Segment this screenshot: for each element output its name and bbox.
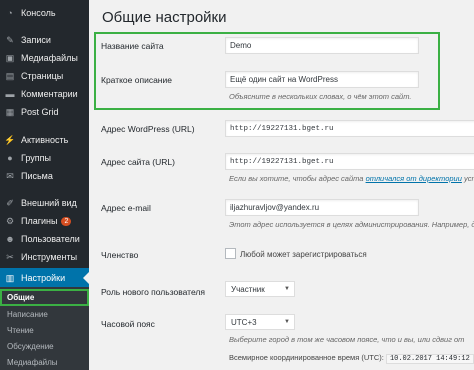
admin-sidebar: ◔ Консоль ✎ Записи ▣ Медиафайлы ▤ Страницы ▬ Комм… [0, 0, 89, 370]
wp-address-label: Адрес WordPress (URL) [101, 124, 195, 134]
site-address-desc-end: устан [463, 174, 474, 183]
pin-icon: ✎ [6, 34, 14, 45]
sidebar-item-8[interactable]: ✉ Письма [0, 166, 89, 186]
email-description: Этот адрес используется в целях админист… [229, 220, 474, 229]
sidebar-item-label: Активность [21, 135, 69, 145]
settings-submenu: Общие Написание Чтение Обсуждение Медиафайлы [0, 287, 89, 370]
tagline-label: Краткое описание [101, 75, 172, 85]
sidebar-item-0[interactable]: ◔ Консоль [0, 3, 89, 23]
users-icon: ☻ [5, 234, 15, 244]
sidebar-item-4[interactable]: ▬ Комментарии [0, 84, 89, 104]
submenu-item-4[interactable]: Медиафайлы [0, 354, 89, 370]
timezone-label: Часовой пояс [101, 319, 155, 329]
grid-icon: ▦ [5, 106, 15, 117]
sidebar-item-label: Пользователи [21, 234, 80, 244]
chevron-down-icon: ▼ [284, 286, 290, 292]
timezone-value: UTC+3 [231, 317, 257, 327]
comments-icon: ▬ [5, 89, 15, 99]
submenu-item-1[interactable]: Написание [0, 306, 89, 323]
sidebar-item-5[interactable]: ▦ Post Grid [0, 102, 89, 122]
timezone-description: Выберите город в том же часовом поясе, ч… [229, 335, 465, 344]
sidebar-item-12[interactable]: ✂ Инструменты [0, 247, 89, 267]
sidebar-item-label: Настройки [21, 273, 66, 283]
sidebar-item-label: Post Grid [21, 107, 59, 117]
email-label: Адрес e-mail [101, 203, 151, 213]
update-count-badge: 2 [61, 216, 72, 226]
default-role-value: Участник [231, 284, 265, 294]
sidebar-item-label: Письма [21, 171, 53, 181]
plugins-icon: ⚙ [5, 215, 15, 226]
sidebar-item-3[interactable]: ▤ Страницы [0, 66, 89, 86]
sidebar-item-label: Комментарии [21, 89, 78, 99]
membership-checkbox-label[interactable]: Любой может зарегистрироваться [240, 250, 367, 259]
sidebar-item-label: Страницы [21, 71, 64, 81]
default-role-label: Роль нового пользователя [101, 287, 205, 297]
tagline-input[interactable]: Ещё один сайт на WordPress [225, 71, 419, 88]
site-address-description: Если вы хотите, чтобы адрес сайта отлича… [229, 174, 474, 183]
utc-time-value: 10.02.2017 14:49:12 [385, 354, 474, 364]
site-title-label: Название сайта [101, 41, 164, 51]
directory-link[interactable]: отличался от директории [366, 174, 462, 183]
email-input[interactable]: iljazhuravljov@yandex.ru [225, 199, 419, 216]
sidebar-item-label: Внешний вид [21, 198, 77, 208]
pages-icon: ▤ [5, 70, 15, 81]
tagline-description: Объясните в нескольких словах, о чём это… [229, 92, 412, 101]
submenu-item-0[interactable]: Общие [0, 289, 89, 306]
sidebar-item-label: Записи [21, 35, 51, 45]
site-address-label: Адрес сайта (URL) [101, 157, 175, 167]
sidebar-item-label: Медиафайлы [21, 53, 78, 63]
sidebar-item-9[interactable]: ✐ Внешний вид [0, 193, 89, 213]
sidebar-item-7[interactable]: ● Группы [0, 148, 89, 168]
sidebar-item-11[interactable]: ☻ Пользователи [0, 229, 89, 249]
groups-icon: ● [7, 153, 13, 163]
sidebar-item-6[interactable]: ⚡ Активность [0, 130, 89, 150]
wp-address-input[interactable]: http://19227131.bget.ru [225, 120, 474, 137]
default-role-select[interactable]: Участник ▼ [225, 281, 295, 297]
sidebar-item-2[interactable]: ▣ Медиафайлы [0, 48, 89, 68]
dashboard-icon: ◔ [7, 8, 13, 18]
utc-label: Всемирное координированное время (UTC): [229, 353, 384, 362]
membership-checkbox[interactable] [225, 248, 236, 259]
activity-icon: ⚡ [4, 134, 16, 145]
membership-label: Членство [101, 250, 139, 260]
page-title: Общие настройки [102, 9, 227, 26]
sidebar-item-1[interactable]: ✎ Записи [0, 30, 89, 50]
sidebar-item-label: Консоль [21, 8, 56, 18]
site-address-desc-pre: Если вы хотите, чтобы адрес сайта [229, 174, 366, 183]
appearance-icon: ✐ [6, 197, 14, 208]
sidebar-item-label: Инструменты [21, 252, 78, 262]
timezone-select[interactable]: UTC+3 ▼ [225, 314, 295, 330]
site-title-input[interactable]: Demo [225, 37, 419, 54]
submenu-item-3[interactable]: Обсуждение [0, 338, 89, 355]
sidebar-item-13[interactable]: ▥ Настройки [0, 268, 89, 288]
media-icon: ▣ [5, 52, 15, 63]
sidebar-item-label: Плагины [21, 216, 58, 226]
site-address-input[interactable]: http://19227131.bget.ru [225, 153, 474, 170]
tools-icon: ✂ [6, 251, 14, 262]
settings-icon: ▥ [5, 272, 15, 283]
submenu-item-2[interactable]: Чтение [0, 322, 89, 339]
mail-icon: ✉ [6, 170, 14, 181]
sidebar-item-label: Группы [21, 153, 51, 163]
chevron-down-icon: ▼ [284, 319, 290, 325]
utc-time-row: Всемирное координированное время (UTC): … [229, 353, 474, 364]
sidebar-item-10[interactable]: ⚙ Плагины 2 [0, 211, 89, 231]
